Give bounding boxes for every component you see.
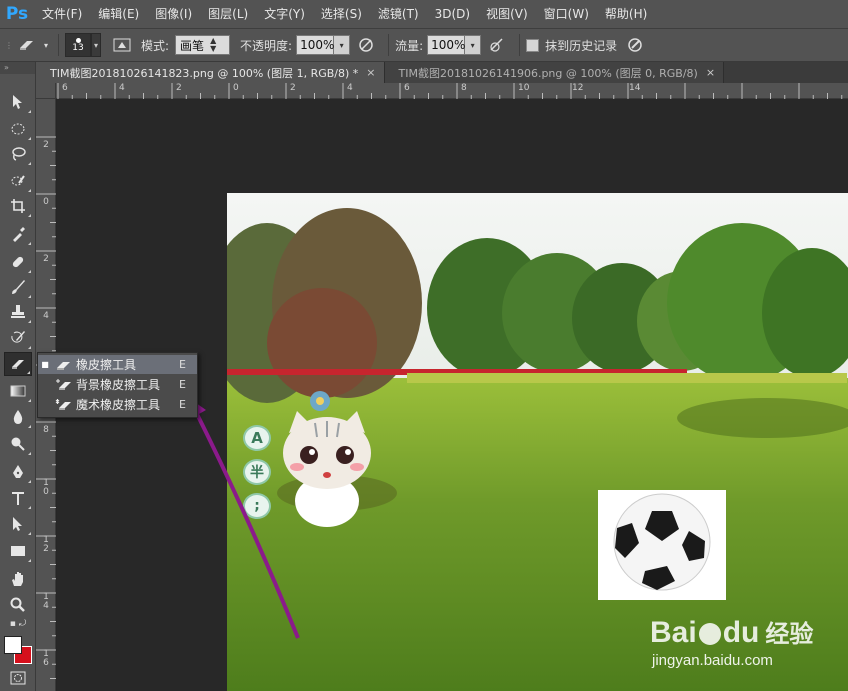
photoshop-window: Ps 文件(F) 编辑(E) 图像(I) 图层(L) 文字(Y) 选择(S) 滤… <box>0 0 848 691</box>
flyout-item-label: 背景橡皮擦工具 <box>76 378 161 392</box>
watermark-brand-b: du <box>722 616 760 649</box>
watermark-brand-cn: 经验 <box>765 621 814 648</box>
flyout-item-shortcut: E <box>179 358 186 371</box>
flyout-item-label: 橡皮擦工具 <box>76 358 137 372</box>
eraser-tool-flyout: ■ 橡皮擦工具 E 背景橡皮擦工具 E 魔术橡皮擦工具 E <box>37 352 198 418</box>
watermark-url: jingyan.baidu.com <box>652 652 773 669</box>
magic-eraser-icon <box>52 398 76 411</box>
baidu-jingyan-watermark: Bai du 经验 jingyan.baidu.com <box>650 600 848 680</box>
flyout-item-label: 魔术橡皮擦工具 <box>76 398 161 412</box>
flyout-item-shortcut: E <box>179 398 186 411</box>
watermark-brand-a: Bai <box>650 616 697 649</box>
watermark-logo: Bai du 经验 <box>650 614 813 650</box>
eraser-icon <box>52 359 76 371</box>
flyout-item-background-eraser[interactable]: 背景橡皮擦工具 E <box>38 375 197 394</box>
selected-bullet-icon: ■ <box>41 360 49 369</box>
flyout-item-shortcut: E <box>179 378 186 391</box>
annotation-arrow <box>186 396 300 639</box>
flyout-item-eraser[interactable]: ■ 橡皮擦工具 E <box>38 355 197 374</box>
background-eraser-icon <box>52 378 76 391</box>
flyout-item-magic-eraser[interactable]: 魔术橡皮擦工具 E <box>38 395 197 414</box>
paw-icon <box>698 623 721 646</box>
